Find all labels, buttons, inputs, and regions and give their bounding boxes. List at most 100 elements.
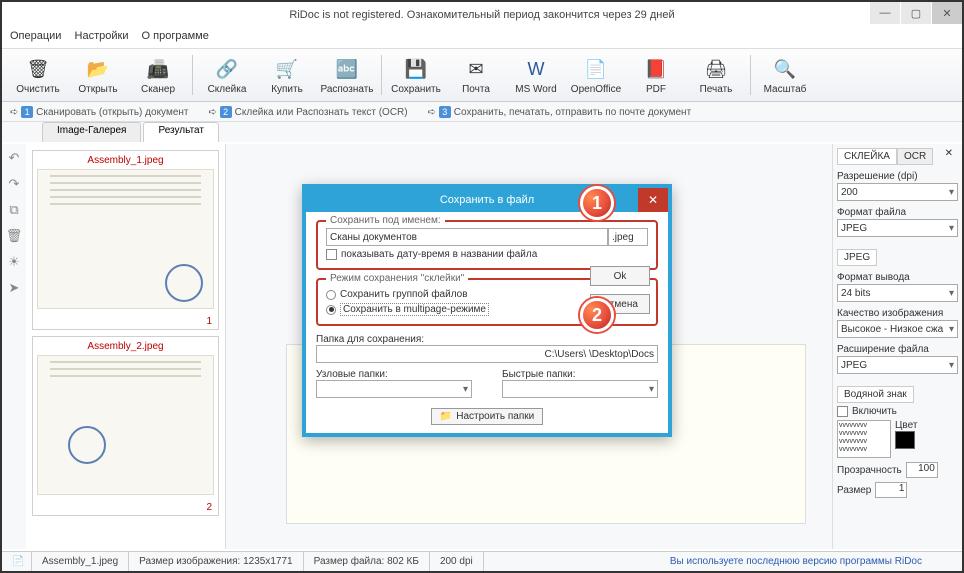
menu-operations[interactable]: Операции bbox=[10, 30, 61, 42]
save-button[interactable]: 💾Сохранить bbox=[386, 50, 446, 100]
tab-image-gallery[interactable]: Image-Галерея bbox=[42, 122, 141, 142]
step-bar: ➪ 1Сканировать (открыть) документ ➪ 2Скл… bbox=[2, 102, 962, 122]
filename-legend: Сохранить под именем: bbox=[326, 215, 445, 226]
menu-settings[interactable]: Настройки bbox=[75, 30, 129, 42]
tab-glue-settings[interactable]: СКЛЕЙКА bbox=[837, 148, 897, 165]
copy-icon[interactable]: ⧉ bbox=[9, 202, 18, 218]
extension-select[interactable]: JPEG bbox=[837, 356, 958, 374]
save-dialog: Сохранить в файл ✕ Сохранить под именем:… bbox=[302, 184, 672, 437]
panel-close-icon[interactable]: ✕ bbox=[940, 148, 958, 165]
node-folders-select[interactable] bbox=[316, 380, 472, 398]
folder-open-icon: 📂 bbox=[84, 56, 112, 84]
glue-button[interactable]: 🔗Склейка bbox=[197, 50, 257, 100]
save-icon: 💾 bbox=[402, 56, 430, 84]
clear-button[interactable]: 🗑Очистить bbox=[8, 50, 68, 100]
zoom-button[interactable]: 🔍Масштаб bbox=[755, 50, 815, 100]
thumbnail-item[interactable]: Assembly_2.jpeg 2 bbox=[32, 336, 219, 516]
file-format-select[interactable]: JPEG bbox=[837, 219, 958, 237]
extension-display: .jpeg bbox=[608, 228, 648, 246]
output-format-select[interactable]: 24 bits bbox=[837, 284, 958, 302]
callout-1: 1 bbox=[580, 186, 614, 220]
menu-about[interactable]: О программе bbox=[142, 30, 209, 42]
watermark-enable-label: Включить bbox=[852, 406, 897, 417]
rotate-right-icon[interactable]: ↷ bbox=[9, 176, 20, 192]
opacity-input[interactable]: 100 bbox=[906, 462, 938, 478]
minimize-button[interactable]: — bbox=[870, 2, 900, 24]
callout-2: 2 bbox=[580, 298, 614, 332]
dialog-close-button[interactable]: ✕ bbox=[638, 188, 668, 212]
status-dimensions: Размер изображения: 1235x1771 bbox=[129, 552, 303, 571]
output-format-label: Формат вывода bbox=[837, 272, 958, 283]
color-label: Цвет bbox=[895, 420, 917, 431]
glue-icon: 🔗 bbox=[213, 56, 241, 84]
thumbnails-panel: Assembly_1.jpeg 1 Assembly_2.jpeg 2 bbox=[26, 144, 226, 549]
color-picker[interactable] bbox=[895, 431, 915, 449]
thumbnail-index: 2 bbox=[206, 502, 212, 513]
folder-icon: 📁 bbox=[440, 411, 452, 422]
datetime-checkbox[interactable] bbox=[326, 249, 337, 260]
radio-group-files[interactable] bbox=[326, 290, 336, 300]
thumbnail-index: 1 bbox=[206, 316, 212, 327]
arrow-icon[interactable]: ➤ bbox=[9, 280, 20, 296]
print-button[interactable]: 🖨Печать bbox=[686, 50, 746, 100]
filename-group: Сохранить под именем: Сканы документов .… bbox=[316, 220, 658, 270]
ocr-button[interactable]: 🔤Распознать bbox=[317, 50, 377, 100]
buy-button[interactable]: 🛒Купить bbox=[257, 50, 317, 100]
mail-button[interactable]: ✉Почта bbox=[446, 50, 506, 100]
size-input[interactable]: 1 bbox=[875, 482, 907, 498]
scanner-icon: 📠 bbox=[144, 56, 172, 84]
close-button[interactable]: ✕ bbox=[932, 2, 962, 24]
ok-button[interactable]: Ok bbox=[590, 266, 650, 286]
zoom-icon: 🔍 bbox=[771, 56, 799, 84]
openoffice-button[interactable]: 📄OpenOffice bbox=[566, 50, 626, 100]
cart-icon: 🛒 bbox=[273, 56, 301, 84]
menu-bar: Операции Настройки О программе bbox=[2, 28, 962, 48]
mail-icon: ✉ bbox=[462, 56, 490, 84]
fast-folders-label: Быстрые папки: bbox=[502, 369, 658, 380]
status-version-link[interactable]: Вы используете последнюю версию программ… bbox=[670, 556, 922, 567]
thumbnail-name: Assembly_1.jpeg bbox=[37, 155, 214, 166]
step-2-label: Склейка или Распознать текст (OCR) bbox=[235, 107, 408, 118]
maximize-button[interactable]: ▢ bbox=[901, 2, 931, 24]
msword-button[interactable]: WMS Word bbox=[506, 50, 566, 100]
tab-result[interactable]: Результат bbox=[143, 122, 218, 142]
rotate-left-icon[interactable]: ↶ bbox=[9, 150, 20, 166]
open-button[interactable]: 📂Открыть bbox=[68, 50, 128, 100]
properties-panel: СКЛЕЙКА OCR ✕ Разрешение (dpi) 200 Форма… bbox=[832, 144, 962, 549]
radio-multipage[interactable] bbox=[326, 305, 336, 315]
dpi-select[interactable]: 200 bbox=[837, 183, 958, 201]
fast-folders-select[interactable] bbox=[502, 380, 658, 398]
tab-ocr-settings[interactable]: OCR bbox=[897, 148, 933, 165]
brightness-icon[interactable]: ☀ bbox=[8, 254, 20, 270]
trash-icon: 🗑 bbox=[24, 56, 52, 84]
printer-icon: 🖨 bbox=[702, 56, 730, 84]
scanner-button[interactable]: 📠Сканер bbox=[128, 50, 188, 100]
radio-multipage-label: Сохранить в multipage-режиме bbox=[340, 303, 489, 316]
datetime-label: показывать дату-время в названии файла bbox=[341, 249, 537, 260]
configure-folders-button[interactable]: 📁Настроить папки bbox=[431, 408, 543, 425]
tab-jpeg[interactable]: JPEG bbox=[837, 249, 877, 266]
tab-watermark[interactable]: Водяной знак bbox=[837, 386, 914, 403]
extension-label: Расширение файла bbox=[837, 344, 958, 355]
thumbnail-name: Assembly_2.jpeg bbox=[37, 341, 214, 352]
openoffice-icon: 📄 bbox=[582, 56, 610, 84]
save-mode-legend: Режим сохранения "склейки" bbox=[326, 273, 468, 284]
status-bar: 📄 Assembly_1.jpeg Размер изображения: 12… bbox=[2, 551, 962, 571]
title-bar: RiDoc is not registered. Ознакомительный… bbox=[2, 2, 962, 28]
step-1-label: Сканировать (открыть) документ bbox=[36, 107, 188, 118]
node-folders-label: Узловые папки: bbox=[316, 369, 472, 380]
quality-select[interactable]: Высокое - Низкое сжа bbox=[837, 320, 958, 338]
save-folder-input[interactable]: C:\Users\ \Desktop\Docs bbox=[316, 345, 658, 363]
status-filename: Assembly_1.jpeg bbox=[32, 552, 129, 571]
watermark-enable-checkbox[interactable] bbox=[837, 406, 848, 417]
pdf-icon: 📕 bbox=[642, 56, 670, 84]
pdf-button[interactable]: 📕PDF bbox=[626, 50, 686, 100]
filename-input[interactable]: Сканы документов bbox=[326, 228, 608, 246]
thumbnail-item[interactable]: Assembly_1.jpeg 1 bbox=[32, 150, 219, 330]
watermark-preview[interactable]: vvvvvvvv vvvvvvvv vvvvvvvv vvvvvvvv bbox=[837, 420, 891, 458]
status-filesize: Размер файла: 802 КБ bbox=[304, 552, 430, 571]
status-dpi: 200 dpi bbox=[430, 552, 484, 571]
left-toolbar: ↶ ↷ ⧉ 🗑 ☀ ➤ bbox=[2, 144, 26, 549]
delete-icon[interactable]: 🗑 bbox=[6, 228, 23, 244]
opacity-label: Прозрачность bbox=[837, 465, 902, 476]
